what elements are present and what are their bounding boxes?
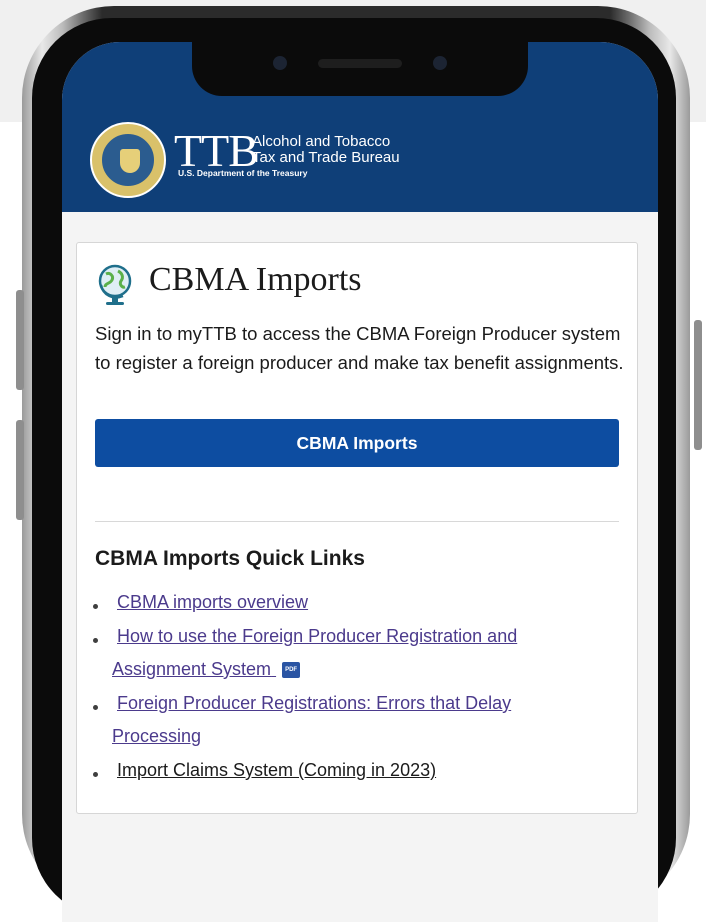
- agency-name-line1: Alcohol and Tobacco: [252, 133, 391, 150]
- cbma-imports-card: CBMA Imports Sign in to myTTB to access …: [76, 242, 638, 814]
- page-title: CBMA Imports: [149, 261, 362, 298]
- link-continuation-text[interactable]: Assignment System: [112, 659, 271, 679]
- link-import-claims-system[interactable]: Import Claims System (Coming in 2023): [117, 754, 597, 787]
- phone-side-button: [694, 320, 702, 450]
- section-divider: [95, 521, 619, 522]
- department-name: U.S. Department of the Treasury: [178, 168, 308, 178]
- earpiece-speaker: [318, 59, 402, 68]
- pdf-icon: PDF: [282, 662, 301, 679]
- link-how-to-use-registration-system[interactable]: How to use the Foreign Producer Registra…: [117, 620, 597, 653]
- agency-name-line2: Tax and Trade Bureau: [252, 149, 400, 166]
- bullet: [93, 705, 98, 710]
- phone-side-button: [16, 420, 24, 520]
- treasury-seal[interactable]: [90, 122, 166, 198]
- card-description: Sign in to myTTB to access the CBMA Fore…: [95, 323, 624, 373]
- bullet: [93, 638, 98, 643]
- cbma-imports-button[interactable]: CBMA Imports: [95, 419, 619, 467]
- seal-center: [100, 132, 156, 188]
- globe-icon: [98, 264, 132, 305]
- phone-notch: [192, 42, 528, 96]
- bullet: [93, 772, 98, 777]
- bullet: [93, 604, 98, 609]
- quick-links-heading: CBMA Imports Quick Links: [95, 547, 365, 570]
- link-foreign-producer-registrations-errors-cont[interactable]: Processing: [112, 720, 201, 753]
- front-camera: [273, 56, 287, 70]
- front-sensor: [433, 56, 447, 70]
- link-how-to-use-registration-system-cont[interactable]: Assignment System PDF: [112, 653, 301, 686]
- link-cbma-imports-overview[interactable]: CBMA imports overview: [117, 586, 597, 619]
- phone-side-button: [16, 290, 24, 390]
- phone-screen: TTB Alcohol and Tobacco Tax and Trade Bu…: [62, 42, 658, 922]
- link-foreign-producer-registrations-errors[interactable]: Foreign Producer Registrations: Errors t…: [117, 687, 597, 720]
- seal-shield: [120, 149, 140, 173]
